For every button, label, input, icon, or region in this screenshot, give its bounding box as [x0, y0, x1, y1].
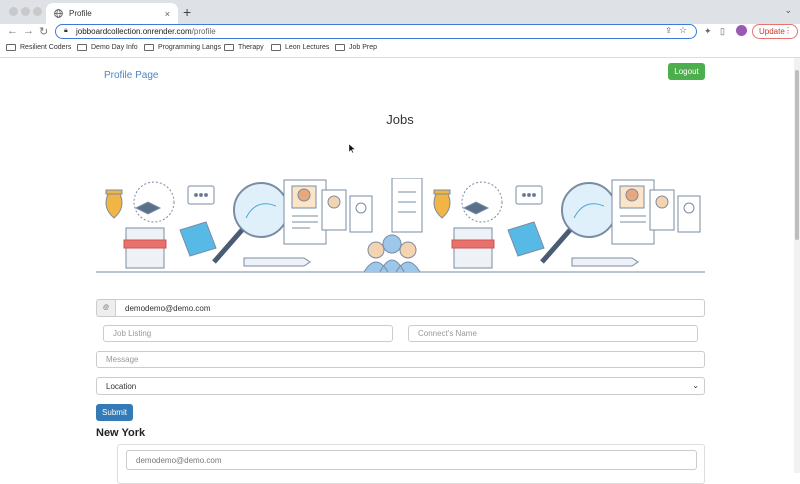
share-icon[interactable]: ⇪	[665, 26, 672, 35]
url-path: /profile	[191, 27, 216, 36]
tab-close-icon[interactable]: ×	[165, 9, 170, 19]
location-select[interactable]: Location ⌄	[96, 377, 705, 395]
extensions-puzzle-icon[interactable]: ✦	[704, 26, 712, 37]
scrollbar-thumb[interactable]	[795, 70, 799, 240]
bookmarks-bar: Resilient Coders Demo Day Info Programmi…	[0, 41, 800, 58]
bookmark-folder[interactable]: Resilient Coders	[6, 44, 71, 51]
browser-tab-bar: Profile × + ⌄	[0, 0, 800, 24]
lock-icon: 🔒︎	[64, 27, 68, 34]
bookmark-folder[interactable]: Programming Langs	[144, 44, 221, 51]
update-label: Update	[759, 27, 785, 36]
bookmark-label: Job Prep	[349, 44, 378, 51]
tab-search-chevron-icon[interactable]: ⌄	[784, 5, 792, 16]
page-scrollbar[interactable]	[794, 58, 800, 473]
browser-tab-profile[interactable]: Profile ×	[46, 3, 178, 24]
back-arrow-icon[interactable]: ←	[7, 25, 18, 37]
bookmark-folder[interactable]: Therapy	[224, 44, 264, 51]
card-email-field[interactable]: demodemo@demo.com	[126, 450, 697, 470]
bookmark-star-icon[interactable]: ☆	[679, 25, 687, 36]
close-window-dot[interactable]	[9, 7, 18, 16]
jobs-banner-illustration	[96, 178, 705, 273]
bookmark-label: Programming Langs	[158, 44, 222, 51]
url-host: jobboardcollection.onrender.com	[76, 27, 192, 36]
bookmark-label: Leon Lectures	[285, 44, 330, 51]
navbar-brand-link[interactable]: Profile Page	[104, 70, 158, 81]
folder-icon	[144, 44, 154, 51]
kebab-menu-icon[interactable]: ⋮	[784, 26, 792, 35]
folder-icon	[335, 44, 345, 51]
tab-title: Profile	[69, 9, 92, 18]
page-title: Jobs	[386, 112, 414, 127]
location-heading: New York	[96, 427, 146, 439]
browser-toolbar: ← → ↻ 🔒︎ jobboardcollection.onrender.com…	[0, 24, 800, 41]
profile-avatar[interactable]	[736, 25, 747, 36]
globe-icon	[54, 9, 63, 18]
job-listing-input[interactable]: Job Listing	[103, 325, 393, 342]
folder-icon	[224, 44, 234, 51]
address-bar[interactable]: 🔒︎ jobboardcollection.onrender.com/profi…	[55, 24, 697, 39]
logout-button[interactable]: Logout	[668, 63, 705, 80]
email-addon: @	[96, 299, 116, 317]
mouse-cursor-icon	[349, 144, 355, 153]
location-select-value: Location	[106, 381, 137, 391]
minimize-window-dot[interactable]	[21, 7, 30, 16]
maximize-window-dot[interactable]	[33, 7, 42, 16]
bookmark-folder[interactable]: Leon Lectures	[271, 44, 329, 51]
bookmark-label: Therapy	[238, 44, 264, 51]
bookmark-label: Resilient Coders	[20, 44, 72, 51]
page-content: Profile Page Logout Jobs @ demodemo@demo…	[0, 58, 800, 484]
side-panel-icon[interactable]: ▯	[720, 26, 725, 37]
update-button[interactable]: Update ⋮	[752, 24, 798, 39]
folder-icon	[271, 44, 281, 51]
folder-icon	[6, 44, 16, 51]
email-field[interactable]: demodemo@demo.com	[115, 299, 705, 317]
forward-arrow-icon[interactable]: →	[23, 25, 34, 37]
folder-icon	[77, 44, 87, 51]
new-tab-button[interactable]: +	[183, 4, 191, 20]
bookmark-label: Demo Day Info	[91, 44, 138, 51]
chevron-down-icon: ⌄	[692, 381, 699, 390]
submit-button[interactable]: Submit	[96, 404, 133, 421]
reload-icon[interactable]: ↻	[39, 25, 48, 38]
at-sign-icon: @	[102, 305, 110, 311]
connect-name-input[interactable]: Connect's Name	[408, 325, 698, 342]
bookmark-folder[interactable]: Job Prep	[335, 44, 377, 51]
message-input[interactable]: Message	[96, 351, 705, 368]
bookmark-folder[interactable]: Demo Day Info	[77, 44, 138, 51]
